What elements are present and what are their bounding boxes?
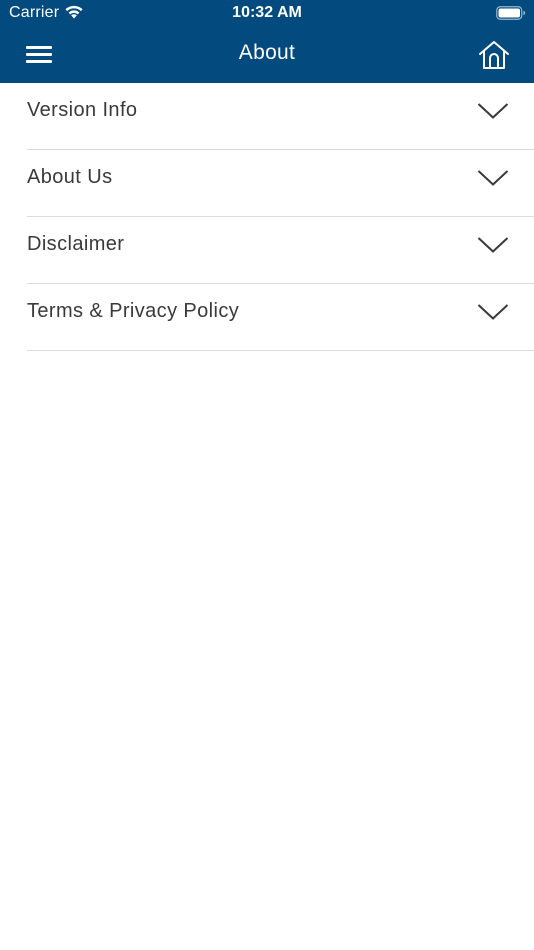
section-label: About Us — [27, 166, 113, 188]
battery-icon — [496, 6, 526, 20]
about-sections-list: Version Info About Us Disclaimer Terms &… — [0, 83, 534, 351]
chevron-down-icon — [477, 103, 509, 119]
section-label: Version Info — [27, 99, 138, 121]
chevron-down-icon — [477, 304, 509, 320]
about-screen: Carrier 10:32 AM About Version Info Abou… — [0, 0, 534, 950]
status-time: 10:32 AM — [232, 4, 302, 21]
chevron-down-icon — [477, 237, 509, 253]
chevron-down-icon — [477, 170, 509, 186]
navigation-bar: About — [0, 28, 534, 83]
section-label: Disclaimer — [27, 233, 125, 255]
status-bar: Carrier 10:32 AM — [0, 0, 534, 28]
section-terms-privacy-policy[interactable]: Terms & Privacy Policy — [27, 284, 534, 351]
home-button[interactable] — [474, 36, 514, 74]
section-version-info[interactable]: Version Info — [27, 83, 534, 150]
section-label: Terms & Privacy Policy — [27, 300, 240, 322]
home-icon — [479, 41, 509, 69]
page-title: About — [238, 41, 296, 64]
section-about-us[interactable]: About Us — [27, 150, 534, 217]
section-disclaimer[interactable]: Disclaimer — [27, 217, 534, 284]
header: Carrier 10:32 AM About — [0, 0, 534, 83]
